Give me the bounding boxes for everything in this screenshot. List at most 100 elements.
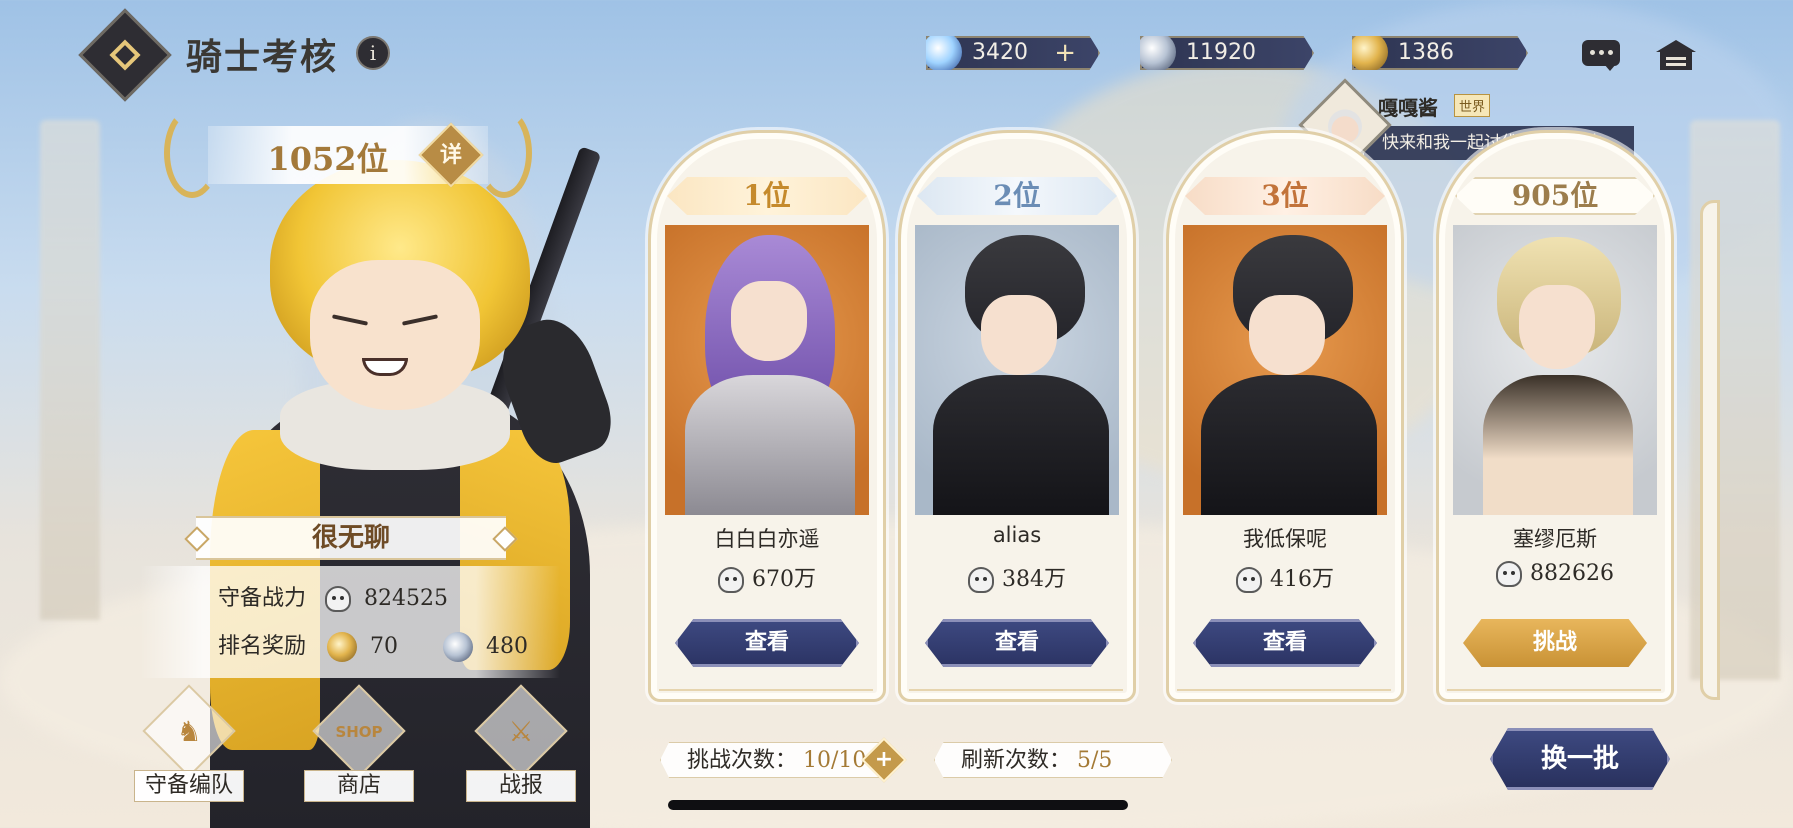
chat-dot (1590, 50, 1595, 55)
card-ornament (1177, 667, 1391, 691)
opponent-card[interactable]: 3位 我低保呢 416万 查看 (1166, 130, 1404, 702)
defense-formation-button[interactable]: ♞ 守备编队 (134, 684, 244, 810)
opponent-portrait (665, 225, 869, 515)
background-tower (40, 120, 100, 620)
opponent-portrait (1453, 225, 1657, 515)
silver-medal-icon (1140, 36, 1176, 70)
challenge-count-label: 挑战次数： (687, 748, 798, 773)
character-body (933, 375, 1109, 515)
page-title: 骑士考核 (186, 36, 339, 78)
gold-medal-icon (1352, 36, 1388, 70)
resource-gold-medal: 1386 (1352, 36, 1528, 70)
refresh-count-label: 刷新次数： (961, 748, 1072, 773)
opponent-portrait (915, 225, 1119, 515)
resource-crystal: 3420 + (926, 36, 1100, 70)
view-button[interactable]: 查看 (675, 619, 859, 667)
knight-chess-icon: ♞ (176, 715, 202, 748)
card-ornament (659, 667, 873, 691)
home-icon-base (1660, 52, 1692, 70)
opponent-name: alias (992, 523, 1042, 547)
character-art (665, 225, 869, 515)
opponent-name: 我低保呢 (1243, 527, 1327, 551)
chat-button[interactable] (1582, 40, 1620, 71)
power-icon (325, 586, 352, 612)
gold-medal-icon (327, 632, 358, 662)
character-face (310, 260, 480, 410)
chat-dot (1608, 50, 1613, 55)
rank-reward-silver: 480 (486, 634, 529, 659)
add-crystal-button[interactable]: + (1054, 38, 1076, 68)
home-indicator[interactable] (668, 800, 1128, 810)
opponent-name: 白白白亦遥 (714, 527, 820, 551)
character-face (1249, 295, 1325, 375)
back-button[interactable] (78, 8, 172, 102)
rank-reward-row: 排名奖励 70 480 (218, 628, 528, 662)
opponent-name: 塞缪厄斯 (1513, 527, 1597, 551)
character-body (1483, 375, 1633, 515)
card-ornament (1447, 667, 1661, 691)
rank-detail-label: 详 (439, 142, 462, 168)
opponent-card[interactable]: 905位 塞缪厄斯 882626 挑战 (1436, 130, 1674, 702)
silver-medal-count: 11920 (1186, 40, 1256, 65)
chat-sender-name: 嘎嘎酱 (1378, 96, 1438, 120)
challenge-count: 挑战次数： 10/10 (660, 742, 890, 778)
resource-silver-medal: 11920 (1140, 36, 1314, 70)
opponent-power: 416万 (1169, 561, 1401, 593)
power-icon (718, 567, 744, 593)
opponent-card-peek (1700, 200, 1720, 700)
player-rank-badge: 1052位 详 (164, 108, 532, 198)
character-body (1201, 375, 1377, 515)
power-icon (1496, 561, 1522, 587)
player-rank: 1052位 (267, 140, 389, 178)
opponent-portrait (1183, 225, 1387, 515)
character-face (981, 295, 1057, 375)
refresh-opponents-button[interactable]: 换一批 (1490, 728, 1670, 790)
character-body (685, 375, 855, 515)
power-icon (968, 567, 994, 593)
refresh-count: 刷新次数： 5/5 (934, 742, 1172, 778)
rank-reward-gold: 70 (370, 634, 399, 659)
info-button[interactable]: i (356, 36, 390, 70)
opponent-power: 384万 (901, 561, 1133, 593)
back-icon (109, 39, 141, 71)
gold-medal-count: 1386 (1398, 40, 1454, 65)
opponent-power: 670万 (651, 561, 883, 593)
view-button[interactable]: 查看 (925, 619, 1109, 667)
opponent-power-value: 670万 (752, 567, 816, 592)
character-art (915, 225, 1119, 515)
home-button[interactable] (1656, 40, 1696, 70)
character-art (1453, 225, 1657, 515)
opponent-power-value: 416万 (1270, 567, 1334, 592)
opponent-rank: 3位 (1261, 179, 1309, 212)
rank-reward-label: 排名奖励 (218, 634, 307, 659)
view-button[interactable]: 查看 (1193, 619, 1377, 667)
battle-report-icon: ⚔ (508, 715, 534, 748)
opponent-power-value: 384万 (1002, 567, 1066, 592)
character-art (1183, 225, 1387, 515)
battle-report-button[interactable]: ⚔ 战报 (466, 684, 576, 810)
player-motto: 很无聊 (196, 516, 506, 560)
shop-icon: SHOP (335, 723, 383, 741)
card-ornament (909, 667, 1123, 691)
crystal-count: 3420 (972, 40, 1028, 65)
chat-dot (1599, 50, 1604, 55)
challenge-button[interactable]: 挑战 (1463, 619, 1647, 667)
crystal-icon (926, 36, 962, 70)
opponent-rank: 2位 (993, 179, 1041, 212)
character-face (1519, 285, 1595, 369)
defense-power-label: 守备战力 (218, 586, 307, 611)
challenge-count-value: 10/10 (803, 748, 867, 773)
shop-label: 商店 (304, 770, 414, 802)
plus-icon: + (874, 747, 894, 772)
player-info-panel: 守备战力 824525 排名奖励 70 480 (140, 566, 560, 678)
silver-medal-icon (443, 632, 474, 662)
opponent-card[interactable]: 2位 alias 384万 查看 (898, 130, 1136, 702)
refresh-count-value: 5/5 (1077, 748, 1113, 773)
power-icon (1236, 567, 1262, 593)
shop-button[interactable]: SHOP 商店 (304, 684, 414, 810)
opponent-card[interactable]: 1位 白白白亦遥 670万 查看 (648, 130, 886, 702)
defense-formation-label: 守备编队 (134, 770, 244, 802)
battle-report-label: 战报 (466, 770, 576, 802)
defense-power-value: 824525 (364, 586, 448, 611)
defense-power-row: 守备战力 824525 (218, 580, 448, 612)
